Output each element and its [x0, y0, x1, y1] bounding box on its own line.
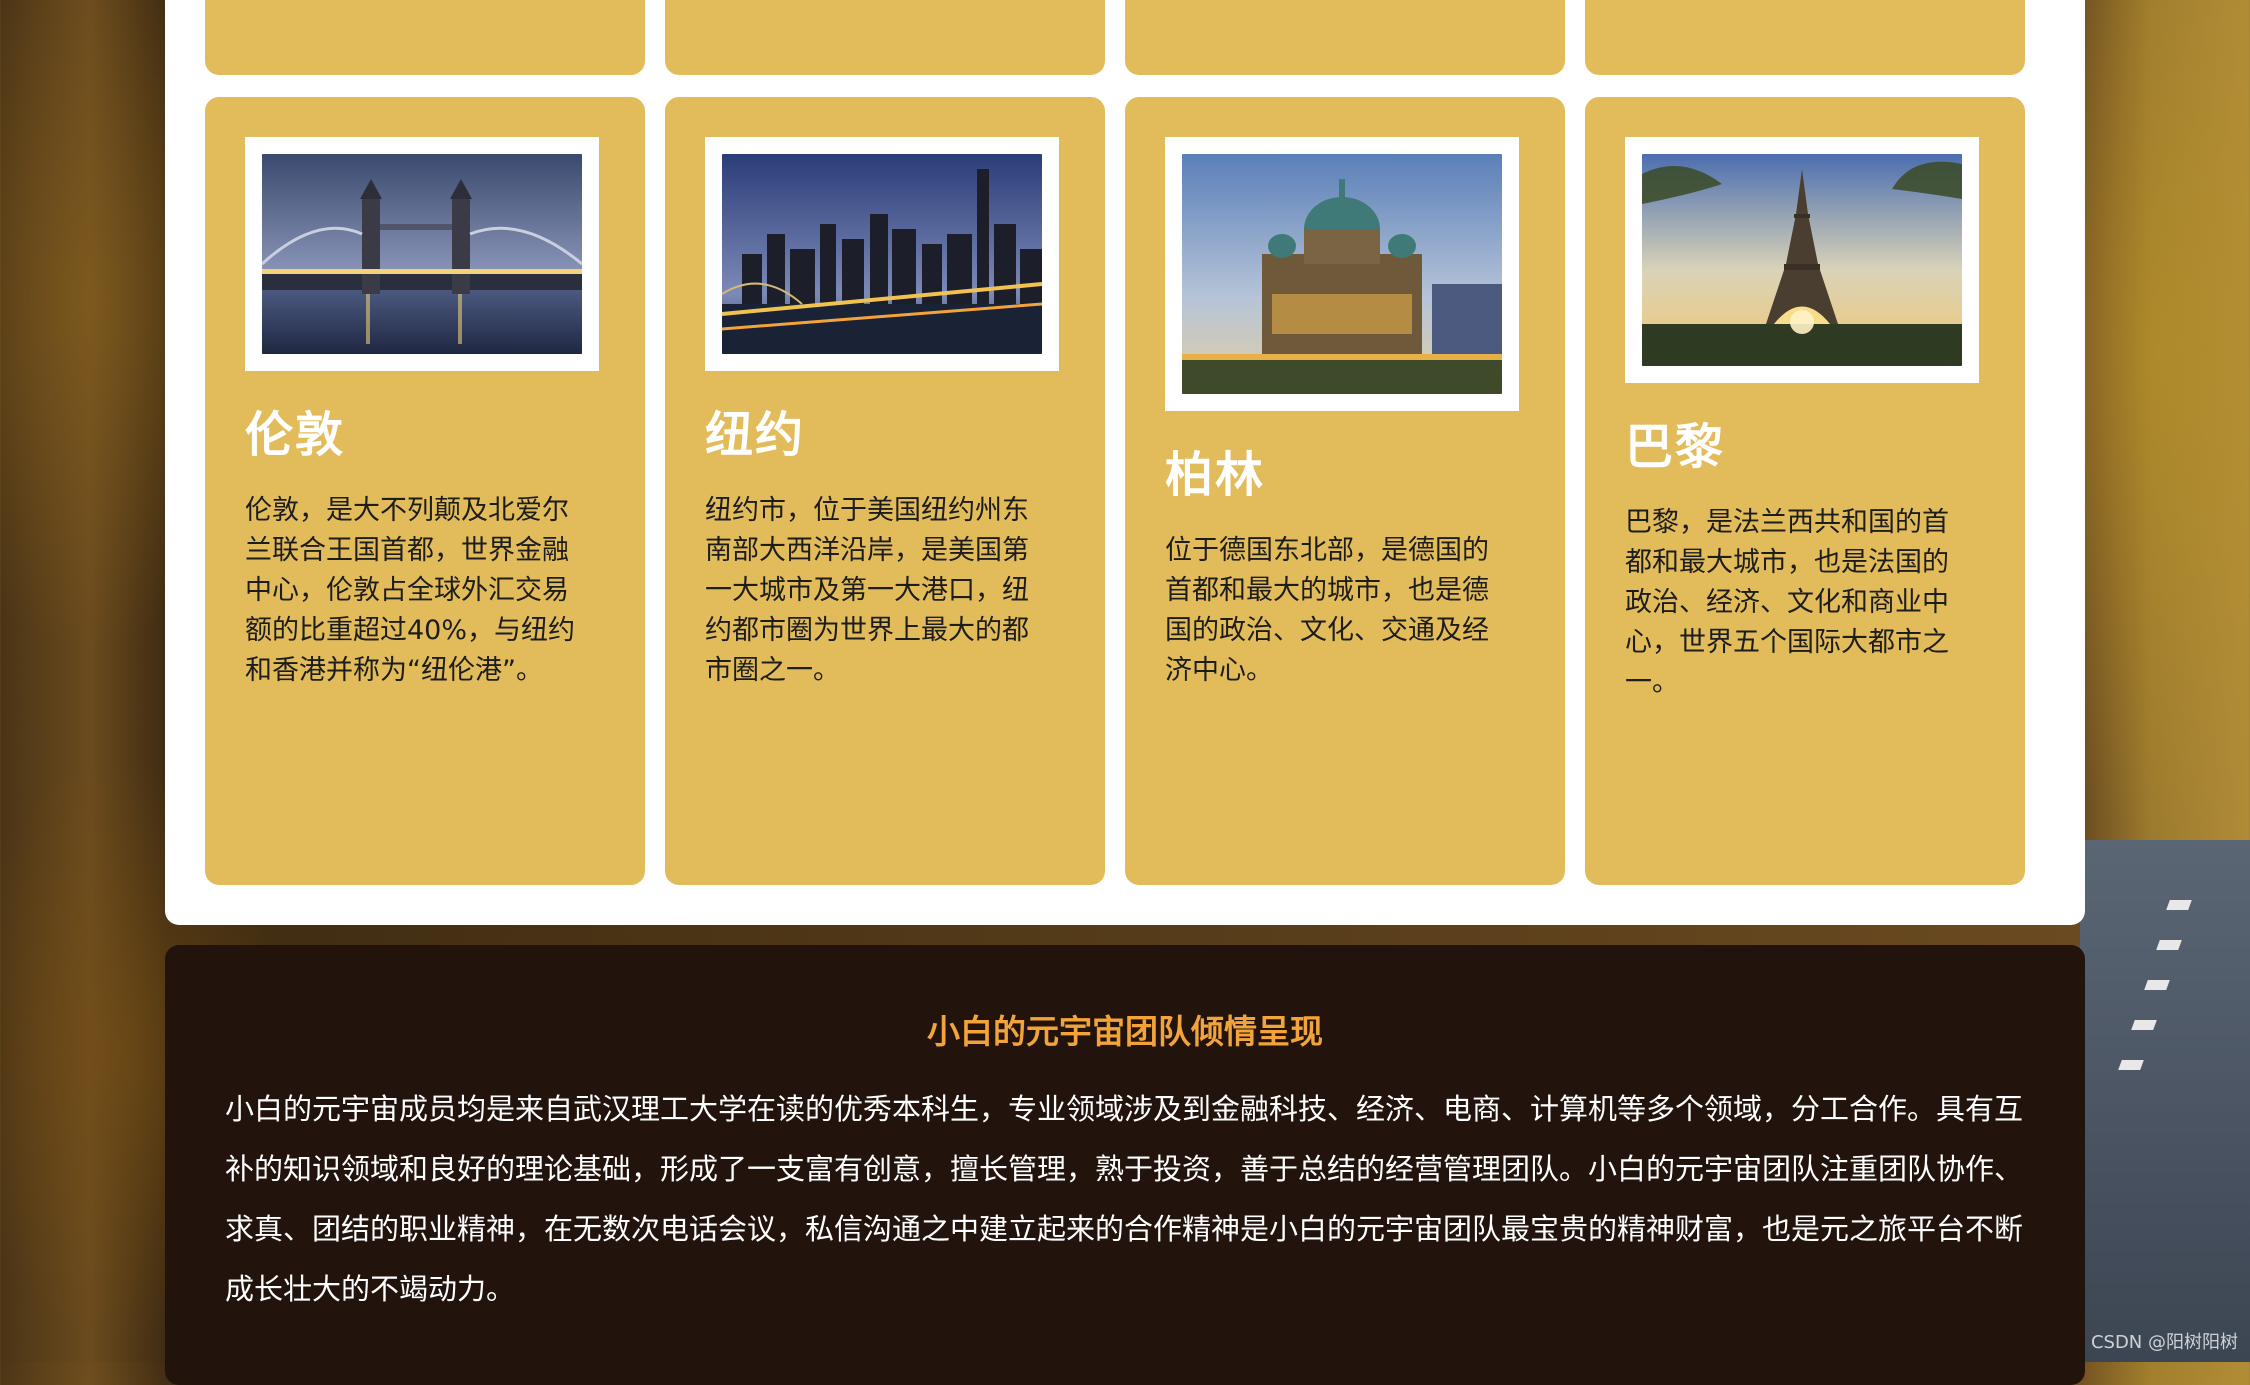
background-road — [2080, 840, 2250, 1362]
road-marking — [2131, 1020, 2157, 1030]
card-top-4 — [1585, 0, 2025, 75]
card-top-1 — [205, 0, 645, 75]
city-name: 巴黎 — [1625, 419, 1726, 475]
footer-text: 小白的元宇宙成员均是来自武汉理工大学在读的优秀本科生，专业领域涉及到金融科技、经… — [225, 1092, 2024, 1306]
city-photo-frame — [705, 137, 1059, 371]
road-marking — [2156, 940, 2182, 950]
city-photo-frame — [1625, 137, 1979, 383]
city-card-london[interactable]: 伦敦 伦敦，是大不列颠及北爱尔兰联合王国首都，世界金融中心，伦敦占全球外汇交易额… — [205, 97, 645, 885]
berlin-cathedral-image — [1182, 154, 1502, 394]
road-marking — [2166, 900, 2192, 910]
card-top-2 — [665, 0, 1105, 75]
city-photo-frame — [245, 137, 599, 371]
footer-title: 小白的元宇宙团队倾情呈现 — [927, 1012, 1323, 1051]
city-description: 巴黎，是法兰西共和国的首都和最大城市，也是法国的政治、经济、文化和商业中心，世界… — [1625, 507, 1949, 698]
card-top-3 — [1125, 0, 1565, 75]
city-photo-frame — [1165, 137, 1519, 411]
city-description: 伦敦，是大不列颠及北爱尔兰联合王国首都，世界金融中心，伦敦占全球外汇交易额的比重… — [245, 495, 576, 686]
team-footer: 小白的元宇宙团队倾情呈现 小白的元宇宙成员均是来自武汉理工大学在读的优秀本科生，… — [165, 945, 2085, 1385]
city-card-berlin[interactable]: 柏林 位于德国东北部，是德国的首都和最大的城市，也是德国的政治、文化、交通及经济… — [1125, 97, 1565, 885]
city-card-newyork[interactable]: 纽约 纽约市，位于美国纽约州东南部大西洋沿岸，是美国第一大城市及第一大港口，纽约… — [665, 97, 1105, 885]
new-york-skyline-image — [722, 154, 1042, 354]
city-description: 位于德国东北部，是德国的首都和最大的城市，也是德国的政治、文化、交通及经济中心。 — [1165, 535, 1489, 686]
city-description: 纽约市，位于美国纽约州东南部大西洋沿岸，是美国第一大城市及第一大港口，纽约都市圈… — [705, 495, 1029, 686]
cities-panel: 伦敦 伦敦，是大不列颠及北爱尔兰联合王国首都，世界金融中心，伦敦占全球外汇交易额… — [165, 0, 2085, 925]
tower-bridge-image — [262, 154, 582, 354]
road-marking — [2118, 1060, 2144, 1070]
city-name: 伦敦 — [245, 407, 346, 463]
eiffel-tower-image — [1642, 154, 1962, 366]
watermark: CSDN @阳树阳树 — [2090, 1332, 2238, 1353]
road-marking — [2144, 980, 2170, 990]
city-name: 柏林 — [1165, 447, 1266, 503]
city-name: 纽约 — [705, 407, 806, 463]
city-card-paris[interactable]: 巴黎 巴黎，是法兰西共和国的首都和最大城市，也是法国的政治、经济、文化和商业中心… — [1585, 97, 2025, 885]
